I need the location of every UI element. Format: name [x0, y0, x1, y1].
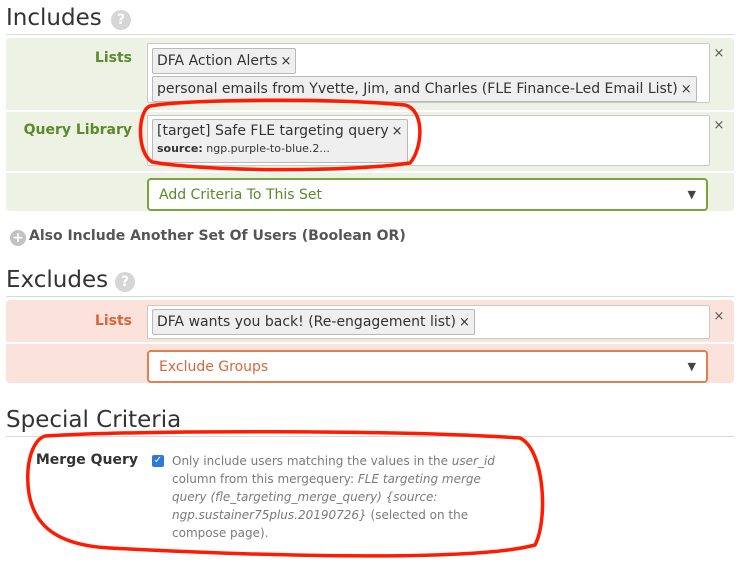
query-library-field[interactable]: [target] Safe FLE targeting query × sourc…	[147, 115, 710, 166]
list-token: DFA wants you back! (Re-engagement list)…	[152, 309, 475, 335]
plus-circle-icon: +	[10, 230, 26, 246]
includes-title: Includes	[6, 5, 102, 31]
chevron-down-icon: ▼	[687, 360, 696, 373]
excludes-title: Excludes	[6, 267, 109, 293]
token-label: DFA wants you back! (Re-engagement list)	[157, 314, 456, 330]
query-library-label: Query Library	[23, 122, 132, 138]
includes-row-separator	[6, 110, 734, 112]
query-token-title: [target] Safe FLE targeting query	[157, 123, 389, 139]
merge-query-description: Only include users matching the values i…	[172, 452, 517, 542]
also-include-label: Also Include Another Set Of Users (Boole…	[29, 228, 406, 244]
special-divider	[6, 436, 734, 437]
token-remove-icon[interactable]: ×	[392, 124, 403, 139]
excludes-help-icon[interactable]: ?	[115, 272, 135, 292]
desc-text: column from this mergequery:	[172, 472, 355, 486]
includes-help-icon[interactable]: ?	[111, 10, 131, 30]
merge-query-checkbox[interactable]: ✓	[152, 455, 164, 467]
excludes-row-separator	[6, 342, 734, 344]
list-token: personal emails from Yvette, Jim, and Ch…	[152, 76, 697, 102]
merge-query-label: Merge Query	[35, 452, 138, 468]
special-criteria-title: Special Criteria	[6, 407, 182, 433]
desc-text: Only include users matching the values i…	[172, 454, 448, 468]
desc-column: user_id	[451, 454, 495, 468]
query-token: [target] Safe FLE targeting query × sourc…	[152, 119, 408, 163]
excludes-divider	[6, 296, 734, 297]
token-remove-icon[interactable]: ×	[459, 315, 470, 330]
remove-query-row-icon[interactable]: ×	[713, 118, 725, 133]
chevron-down-icon: ▼	[687, 188, 696, 201]
token-remove-icon[interactable]: ×	[281, 54, 292, 69]
excludes-lists-label: Lists	[94, 313, 132, 329]
remove-lists-row-icon[interactable]: ×	[713, 46, 725, 61]
token-label: personal emails from Yvette, Jim, and Ch…	[157, 81, 678, 97]
remove-excludes-row-icon[interactable]: ×	[713, 309, 725, 324]
source-value: ngp.purple-to-blue.2...	[206, 142, 330, 155]
add-criteria-select[interactable]: Add Criteria To This Set ▼	[147, 178, 708, 211]
includes-lists-label: Lists	[94, 50, 132, 66]
add-criteria-label: Add Criteria To This Set	[159, 187, 322, 203]
also-include-link[interactable]: + Also Include Another Set Of Users (Bool…	[10, 228, 406, 246]
source-label: source:	[157, 142, 203, 155]
excludes-lists-field[interactable]: DFA wants you back! (Re-engagement list)…	[147, 305, 710, 339]
exclude-groups-label: Exclude Groups	[159, 359, 269, 375]
includes-divider	[6, 34, 734, 35]
exclude-groups-select[interactable]: Exclude Groups ▼	[147, 350, 708, 383]
includes-lists-field[interactable]: DFA Action Alerts × personal emails from …	[147, 43, 710, 103]
token-label: DFA Action Alerts	[157, 53, 278, 69]
includes-row-separator	[6, 171, 734, 173]
list-token: DFA Action Alerts ×	[152, 48, 297, 74]
token-remove-icon[interactable]: ×	[681, 82, 692, 97]
